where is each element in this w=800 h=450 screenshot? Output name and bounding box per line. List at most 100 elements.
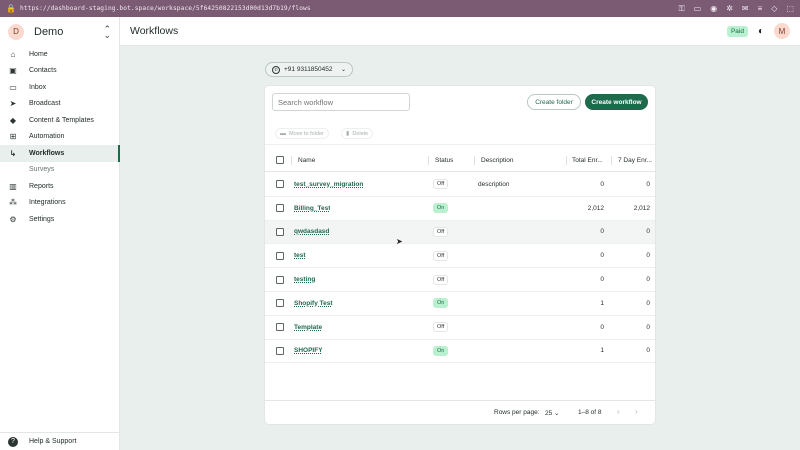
plan-badge: Paid — [726, 25, 748, 37]
workspace-name: Demo — [34, 25, 64, 38]
page-title: Workflows — [130, 25, 179, 37]
workflow-name-link[interactable]: SHOPIFY — [294, 347, 323, 354]
column-header-7day-enrolled[interactable]: 7 Day Enr... — [618, 149, 654, 171]
total-enrolled-cell: 2,012 — [587, 204, 604, 212]
chevron-updown-icon: ⌃ ⌄ — [103, 23, 111, 40]
rows-per-page-label: Rows per page: — [494, 409, 540, 416]
workflow-name-link[interactable]: test — [294, 252, 306, 259]
whatsapp-icon: ✆ — [272, 65, 280, 74]
sidebar-item-reports[interactable]: ▥ Reports — [0, 178, 119, 195]
top-header: Workflows Paid ◐ M — [120, 17, 800, 46]
inbox-icon: ▭ — [9, 82, 17, 92]
column-header-total-enrolled[interactable]: Total Enr... — [572, 149, 612, 171]
key-icon[interactable]: ⚿ — [679, 4, 685, 14]
status-badge[interactable]: Off — [433, 179, 449, 190]
download-icon[interactable]: ⬚ — [786, 4, 794, 14]
total-enrolled-cell: 0 — [600, 252, 604, 260]
sidebar: D Demo ⌃ ⌄ ⌂ Home ▣ Contacts ▭ Inbox ➤ Broadc… — [0, 17, 120, 450]
row-checkbox[interactable] — [276, 227, 284, 236]
sidebar-item-settings[interactable]: ⚙ Settings — [0, 211, 119, 228]
workflow-name-link[interactable]: qwdasdasd — [294, 228, 329, 235]
dark-mode-icon[interactable]: ◐ — [758, 26, 764, 37]
status-badge[interactable]: Off — [433, 226, 449, 237]
seven-day-cell: 2,012 — [633, 204, 650, 212]
chevron-down-icon: ⌄ — [554, 410, 560, 417]
table-row[interactable]: Billing_Test On 2,012 2,012 — [265, 197, 655, 221]
screen-icon[interactable]: ▭ — [694, 4, 702, 14]
sidebar-item-contacts[interactable]: ▣ Contacts — [0, 63, 119, 80]
row-checkbox[interactable] — [276, 346, 284, 355]
search-input[interactable] — [272, 93, 410, 111]
seven-day-cell: 0 — [646, 228, 650, 236]
sidebar-item-home[interactable]: ⌂ Home — [0, 46, 119, 63]
workspace-switcher[interactable]: D Demo ⌃ ⌄ — [0, 17, 119, 46]
help-icon: ? — [8, 436, 18, 447]
table-body: test_survey_migration Off description 0 … — [265, 173, 655, 364]
rows-per-page-select[interactable]: 25 ⌄ — [545, 409, 560, 417]
status-badge[interactable]: On — [433, 345, 449, 356]
workflow-name-link[interactable]: Template — [294, 324, 322, 331]
sidebar-item-integrations[interactable]: ⁂ Integrations — [0, 195, 119, 212]
table-row[interactable]: SHOPIFY On 1 0 — [265, 340, 655, 364]
phone-number-value: +91 9311850452 — [284, 66, 333, 73]
table-header: Name Status Description Total Enr... 7 D… — [265, 149, 655, 172]
workflow-icon: ↳ — [9, 148, 17, 158]
contacts-icon: ▣ — [9, 66, 17, 76]
table-row[interactable]: qwdasdasd Off 0 0 — [265, 220, 655, 245]
browser-url[interactable]: https://dashboard-staging.bot.space/work… — [20, 5, 311, 12]
browser-address-bar: 🔒 https://dashboard-staging.bot.space/wo… — [0, 0, 800, 17]
row-checkbox[interactable] — [276, 180, 284, 189]
seven-day-cell: 0 — [646, 299, 650, 307]
column-header-status[interactable]: Status — [435, 149, 453, 171]
table-row[interactable]: Shopify Test On 1 0 — [265, 292, 655, 316]
move-to-folder-button[interactable]: ▬ Move to folder — [275, 128, 329, 139]
column-header-name[interactable]: Name — [298, 149, 315, 171]
camera-icon[interactable]: ◉ — [710, 4, 717, 14]
workflow-name-link[interactable]: testing — [294, 276, 315, 283]
status-badge[interactable]: Off — [433, 274, 449, 285]
status-badge[interactable]: On — [433, 203, 449, 214]
phone-number-selector[interactable]: ✆ +91 9311850452 ⌄ — [265, 62, 353, 77]
total-enrolled-cell: 0 — [600, 228, 604, 236]
row-checkbox[interactable] — [276, 251, 284, 260]
sidebar-nav: ⌂ Home ▣ Contacts ▭ Inbox ➤ Broadcast ◆ Conte… — [0, 46, 120, 228]
sidebar-item-inbox[interactable]: ▭ Inbox — [0, 79, 119, 96]
table-row[interactable]: Template Off 0 0 — [265, 316, 655, 340]
row-checkbox[interactable] — [276, 299, 284, 308]
status-badge[interactable]: On — [433, 298, 449, 309]
row-checkbox[interactable] — [276, 323, 284, 332]
workflow-name-link[interactable]: Billing_Test — [294, 205, 330, 212]
workflow-name-link[interactable]: Shopify Test — [294, 300, 333, 307]
table-row[interactable]: test Off 0 0 — [265, 244, 655, 269]
card-toolbar: Create folder Create workflow — [265, 86, 655, 118]
delete-button[interactable]: ▮ Delete — [341, 128, 374, 139]
workflows-card: Create folder Create workflow ▬Move to f… — [264, 85, 656, 425]
sidebar-item-workflows[interactable]: ↳ Workflows — [0, 145, 120, 162]
sidebar-item-automation[interactable]: ⊞ Automation — [0, 129, 119, 146]
email-icon[interactable]: ✉ — [742, 4, 749, 14]
chevron-down-icon: ⌄ — [340, 67, 346, 73]
status-badge[interactable]: Off — [433, 322, 449, 333]
sidebar-item-broadcast[interactable]: ➤ Broadcast — [0, 96, 119, 113]
table-row[interactable]: testing Off 0 0 — [265, 268, 655, 292]
select-all-checkbox[interactable] — [276, 156, 284, 164]
create-folder-button[interactable]: Create folder — [527, 94, 581, 110]
next-page-icon[interactable]: › — [635, 407, 638, 416]
table-row[interactable]: test_survey_migration Off description 0 … — [265, 173, 655, 197]
code-icon[interactable]: ◇ — [771, 4, 777, 14]
menu-icon[interactable]: ≡ — [758, 4, 763, 14]
pagination-bar: Rows per page: 25 ⌄ 1–8 of 8 ‹ › — [265, 400, 655, 424]
row-checkbox[interactable] — [276, 275, 284, 284]
workflow-name-link[interactable]: test_survey_migration — [294, 181, 363, 188]
sidebar-item-surveys[interactable]: Surveys — [0, 162, 119, 179]
help-support-link[interactable]: ? Help & Support — [0, 432, 120, 450]
sidebar-item-content-templates[interactable]: ◆ Content & Templates — [0, 112, 119, 129]
user-avatar[interactable]: M — [774, 23, 790, 39]
prev-page-icon[interactable]: ‹ — [617, 407, 620, 416]
extension-icon[interactable]: ✲ — [726, 4, 733, 14]
status-badge[interactable]: Off — [433, 250, 449, 261]
column-header-description[interactable]: Description — [481, 149, 514, 171]
total-enrolled-cell: 0 — [600, 323, 604, 331]
create-workflow-button[interactable]: Create workflow — [585, 94, 648, 110]
row-checkbox[interactable] — [276, 204, 284, 213]
